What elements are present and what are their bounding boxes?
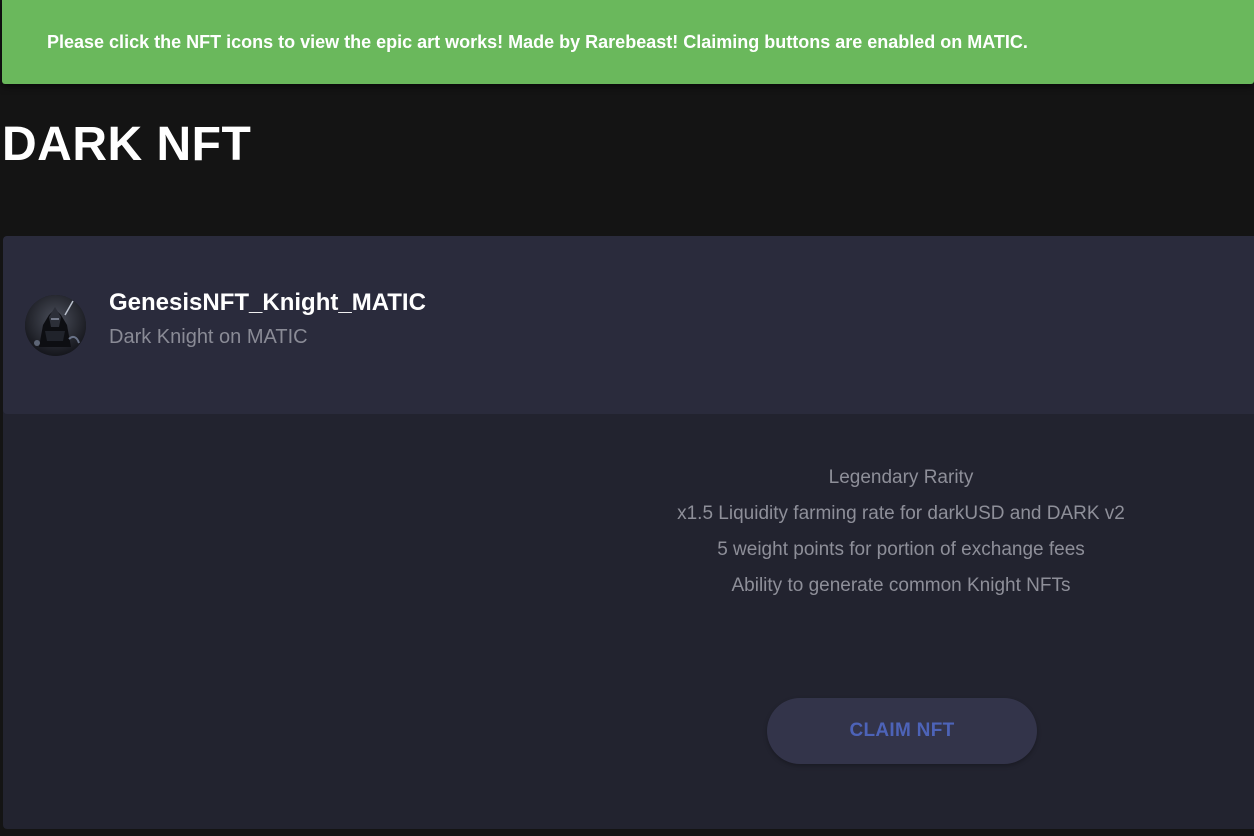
- feature-item: Ability to generate common Knight NFTs: [731, 575, 1071, 596]
- nft-title: GenesisNFT_Knight_MATIC: [109, 289, 426, 316]
- notice-banner-text: Please click the NFT icons to view the e…: [47, 32, 1028, 52]
- nft-card-header: GenesisNFT_Knight_MATIC Dark Knight on M…: [3, 236, 1254, 414]
- claim-nft-button[interactable]: CLAIM NFT: [767, 698, 1037, 764]
- page-title: DARK NFT: [2, 118, 252, 171]
- nft-features-list: Legendary Rarity x1.5 Liquidity farming …: [551, 460, 1251, 604]
- feature-item: 5 weight points for portion of exchange …: [717, 539, 1085, 560]
- knight-avatar-icon[interactable]: [25, 295, 86, 356]
- nft-subtitle: Dark Knight on MATIC: [109, 326, 308, 348]
- nft-card: GenesisNFT_Knight_MATIC Dark Knight on M…: [3, 236, 1254, 829]
- feature-item: x1.5 Liquidity farming rate for darkUSD …: [677, 503, 1125, 524]
- feature-item: Legendary Rarity: [828, 467, 974, 488]
- notice-banner: Please click the NFT icons to view the e…: [2, 0, 1254, 84]
